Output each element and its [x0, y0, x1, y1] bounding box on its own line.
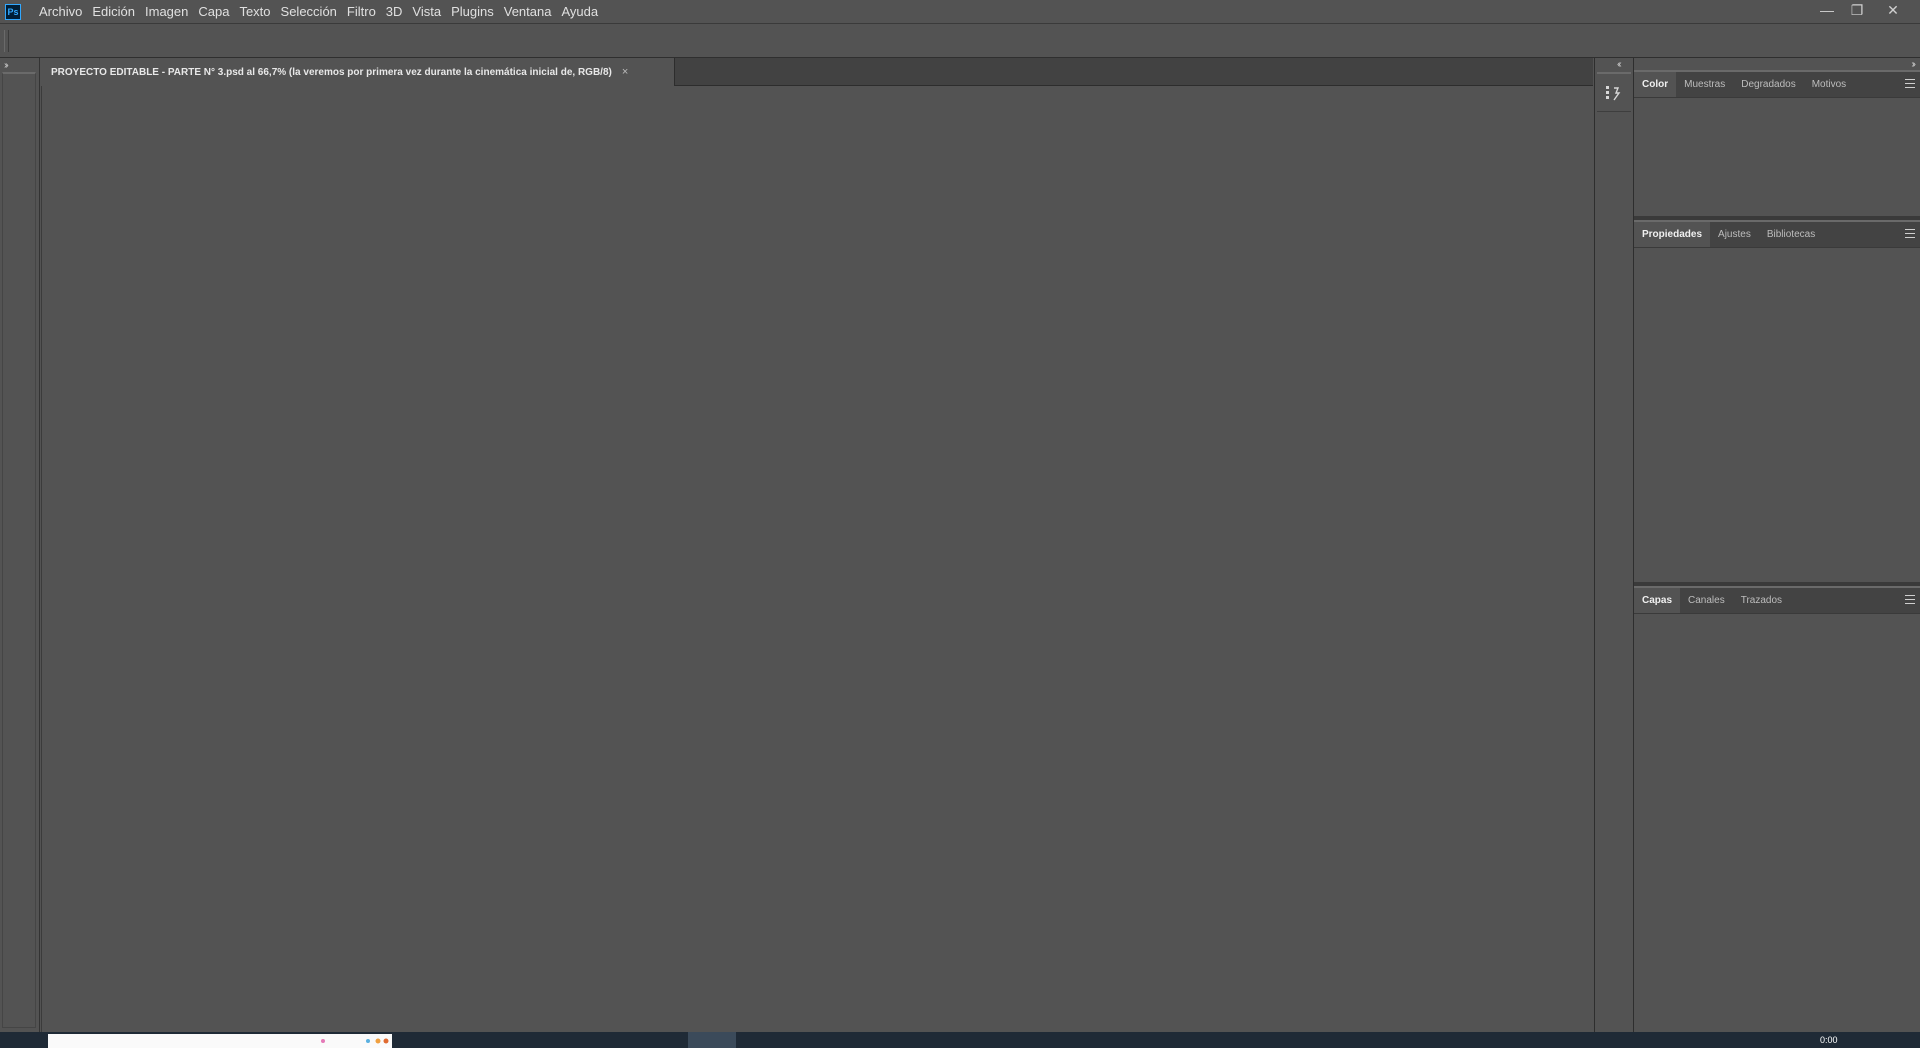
- menu-archivo[interactable]: Archivo: [34, 0, 87, 24]
- menu-capa[interactable]: Capa: [193, 0, 234, 24]
- color-panel-body: [1634, 100, 1920, 216]
- properties-panel-tabs: Propiedades Ajustes Bibliotecas: [1634, 222, 1920, 248]
- menu-imagen[interactable]: Imagen: [140, 0, 193, 24]
- menu-bar: Ps Archivo Edición Imagen Capa Texto Sel…: [0, 0, 1920, 24]
- color-panel-group: Color Muestras Degradados Motivos: [1634, 70, 1920, 216]
- photoshop-logo-icon[interactable]: Ps: [5, 4, 21, 20]
- tab-color[interactable]: Color: [1634, 72, 1677, 97]
- tab-degradados[interactable]: Degradados: [1733, 72, 1803, 97]
- tab-capas[interactable]: Capas: [1634, 588, 1681, 613]
- menu-ayuda[interactable]: Ayuda: [556, 0, 603, 24]
- collapse-panels-icon[interactable]: ››: [1911, 59, 1915, 70]
- tools-panel-body: [2, 72, 36, 1028]
- taskbar-active-app[interactable]: [688, 1032, 736, 1048]
- document-tab-title: PROYECTO EDITABLE - PARTE N° 3.psd al 66…: [51, 66, 612, 78]
- tab-motivos[interactable]: Motivos: [1804, 72, 1854, 97]
- panel-menu-icon[interactable]: [1905, 79, 1915, 88]
- menu-3d[interactable]: 3D: [381, 0, 408, 24]
- layers-panel-group: Capas Canales Trazados: [1634, 586, 1920, 1032]
- tab-trazados[interactable]: Trazados: [1733, 588, 1790, 613]
- menu-ventana[interactable]: Ventana: [499, 0, 557, 24]
- document-tab[interactable]: PROYECTO EDITABLE - PARTE N° 3.psd al 66…: [41, 58, 675, 86]
- layers-panel-tabs: Capas Canales Trazados: [1634, 588, 1920, 614]
- properties-panel-group: Propiedades Ajustes Bibliotecas: [1634, 220, 1920, 582]
- minimize-button[interactable]: —: [1810, 0, 1844, 20]
- tab-canales[interactable]: Canales: [1680, 588, 1733, 613]
- panel-menu-icon[interactable]: [1905, 595, 1915, 604]
- tools-panel: ››: [0, 58, 40, 1032]
- menu-edicion[interactable]: Edición: [87, 0, 140, 24]
- menu-items: Archivo Edición Imagen Capa Texto Selecc…: [34, 0, 603, 24]
- menu-vista[interactable]: Vista: [407, 0, 446, 24]
- right-panel-column: ›› Color Muestras Degradados Motivos Pro…: [1634, 58, 1920, 1032]
- expand-tools-icon[interactable]: ››: [4, 60, 8, 71]
- tab-ajustes[interactable]: Ajustes: [1710, 222, 1759, 247]
- menu-seleccion[interactable]: Selección: [276, 0, 342, 24]
- menu-plugins[interactable]: Plugins: [446, 0, 499, 24]
- layers-panel-body: [1634, 616, 1920, 1032]
- collapse-dock-icon[interactable]: ‹‹: [1617, 59, 1621, 70]
- history-icon[interactable]: [1605, 84, 1623, 102]
- document-tab-bar: PROYECTO EDITABLE - PARTE N° 3.psd al 66…: [41, 58, 1593, 86]
- dock-icon-group: [1597, 72, 1631, 112]
- properties-panel-body: [1634, 250, 1920, 582]
- canvas-area[interactable]: [41, 86, 1593, 1032]
- close-window-button[interactable]: ✕: [1876, 0, 1910, 20]
- menu-texto[interactable]: Texto: [234, 0, 275, 24]
- tab-muestras[interactable]: Muestras: [1676, 72, 1733, 97]
- color-panel-tabs: Color Muestras Degradados Motivos: [1634, 72, 1920, 98]
- options-bar: [0, 24, 1920, 58]
- taskbar-decoration-icon: [321, 1038, 389, 1044]
- taskbar-strip: 0:00: [0, 1032, 1920, 1048]
- tab-propiedades[interactable]: Propiedades: [1634, 222, 1711, 247]
- tab-bibliotecas[interactable]: Bibliotecas: [1759, 222, 1823, 247]
- panel-icon-dock: ‹‹: [1594, 58, 1634, 1032]
- taskbar-clock: 0:00: [1820, 1035, 1838, 1045]
- menu-filtro[interactable]: Filtro: [342, 0, 381, 24]
- close-document-icon[interactable]: ×: [622, 66, 628, 78]
- options-bar-grip[interactable]: [4, 30, 9, 52]
- panel-menu-icon[interactable]: [1905, 229, 1915, 238]
- restore-button[interactable]: ❐: [1840, 0, 1874, 20]
